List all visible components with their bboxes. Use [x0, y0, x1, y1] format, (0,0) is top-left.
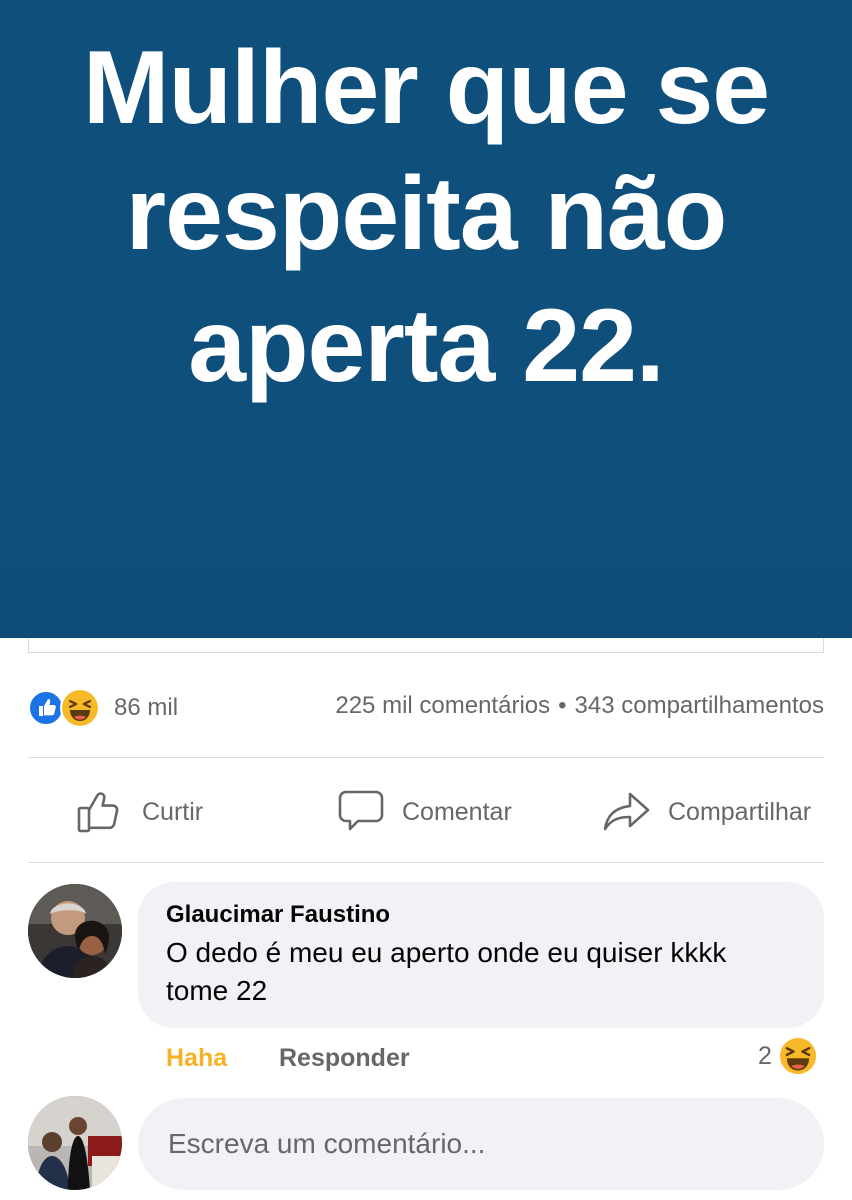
current-user-avatar[interactable] — [28, 1096, 122, 1190]
engagement-counts: 225 mil comentários • 343 compartilhamento… — [335, 692, 824, 720]
post-image-text-line-3: aperta 22. — [188, 288, 665, 404]
comment-button-label: Comentar — [402, 797, 512, 826]
divider-top — [28, 757, 824, 758]
reaction-count: 86 mil — [114, 694, 179, 721]
like-reaction-icon — [28, 690, 64, 726]
stats-separator: • — [558, 692, 567, 719]
post-image-text-line-2: respeita não — [125, 156, 728, 272]
comment-text: O dedo é meu eu aperto onde eu quiser kk… — [166, 937, 727, 1006]
comment-input[interactable] — [166, 1127, 790, 1161]
comment-reaction-summary[interactable]: 2 — [758, 1036, 818, 1076]
comment-composer[interactable] — [138, 1098, 824, 1190]
comment-haha-reaction-button[interactable]: Haha — [166, 1044, 227, 1073]
post-image-fade — [0, 548, 852, 638]
post-image[interactable]: Mulher que se respeita não aperta 22. — [0, 0, 852, 638]
comment-bubble[interactable]: Glaucimar Faustino O dedo é meu eu apert… — [138, 882, 824, 1028]
comments-count-link[interactable]: 225 mil comentários — [335, 692, 550, 719]
post-card-edge — [28, 638, 824, 653]
comment-icon — [338, 790, 384, 831]
haha-reaction-icon — [60, 688, 100, 728]
share-button[interactable]: Compartilhar — [602, 788, 811, 836]
haha-reaction-icon — [778, 1036, 818, 1076]
like-button-label: Curtir — [142, 797, 204, 826]
comment-button[interactable]: Comentar — [336, 788, 512, 836]
comment-author[interactable]: Glaucimar Faustino — [166, 900, 796, 930]
post-action-bar: Curtir Comentar Compartilhar — [28, 760, 824, 862]
comment-reply-button[interactable]: Responder — [279, 1044, 410, 1073]
commenter-avatar[interactable] — [28, 884, 122, 978]
share-button-label: Compartilhar — [668, 797, 812, 826]
post-stats: 86 mil 225 mil comentários • 343 compartil… — [28, 686, 824, 728]
comment-reaction-count: 2 — [758, 1041, 772, 1070]
post-image-text-line-1: Mulher que se — [82, 30, 770, 146]
like-button[interactable]: Curtir — [76, 788, 203, 836]
divider-bottom — [28, 862, 824, 863]
shares-count-link[interactable]: 343 compartilhamentos — [575, 692, 824, 719]
thumbs-up-icon — [77, 792, 119, 833]
share-arrow-icon — [603, 792, 650, 831]
